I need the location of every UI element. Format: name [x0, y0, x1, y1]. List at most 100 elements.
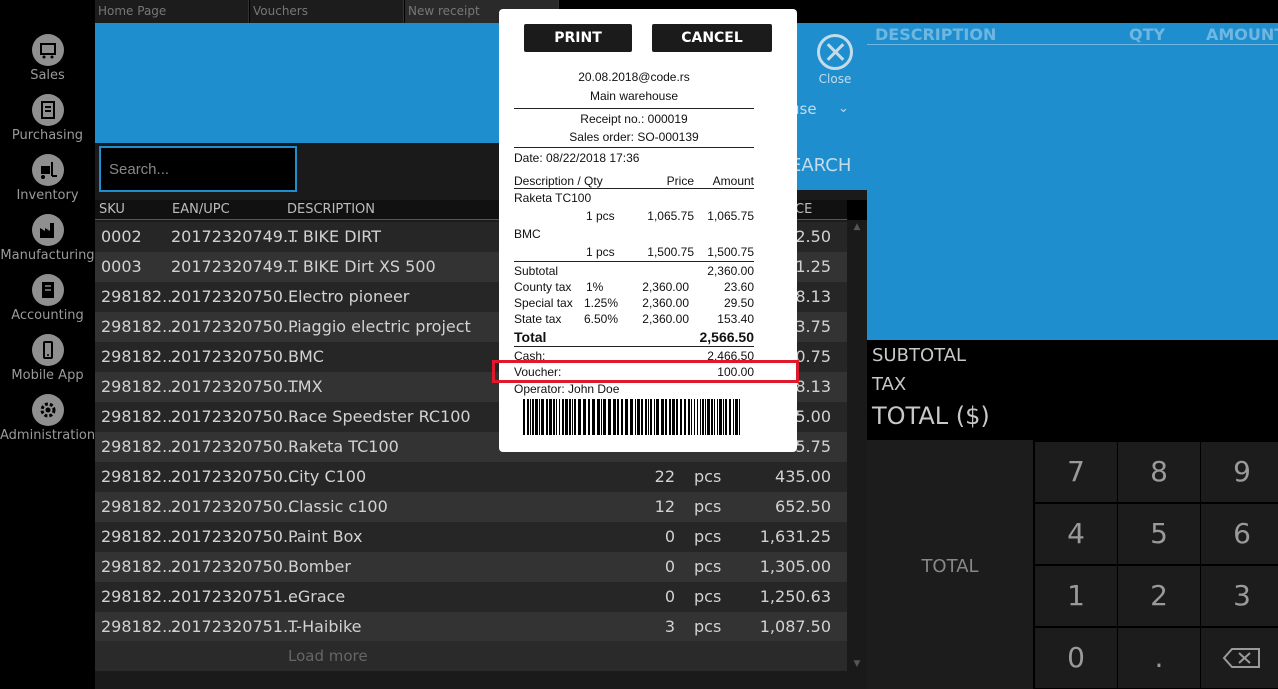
barcode-bar	[539, 399, 540, 435]
barcode-bar	[656, 399, 659, 435]
print-button[interactable]: PRINT	[524, 24, 632, 52]
cell-ean: 20172320749...	[171, 257, 299, 276]
barcode-bar	[684, 399, 686, 435]
scrollbar[interactable]: ▲ ▼	[847, 220, 867, 671]
cart-header: DESCRIPTION QTY AMOUNT	[867, 23, 1278, 45]
sidebar-item-manufacturing[interactable]: Manufacturing	[0, 214, 95, 274]
receipt-item-name: BMC	[514, 227, 541, 241]
cell-qty: 0	[664, 527, 675, 546]
scroll-down-icon[interactable]: ▼	[847, 659, 867, 669]
barcode-bar	[562, 399, 564, 435]
tab-label: Vouchers	[253, 4, 308, 18]
receipt-total-label: Total	[514, 329, 547, 345]
barcode-bar	[559, 399, 560, 435]
key-0[interactable]: 0	[1035, 628, 1117, 688]
sidebar-item-purchasing[interactable]: Purchasing	[0, 94, 95, 154]
barcode-bar	[711, 399, 713, 435]
search-input[interactable]	[99, 146, 297, 192]
cell-description: Classic c100	[288, 497, 388, 516]
key-9[interactable]: 9	[1201, 442, 1278, 502]
cell-description: T-Haibike	[288, 617, 362, 636]
receipt-item-qty: 1 pcs	[586, 245, 615, 259]
sidebar-item-sales[interactable]: Sales	[0, 34, 95, 94]
barcode	[523, 399, 740, 435]
barcode-bar	[669, 399, 671, 435]
key-8[interactable]: 8	[1118, 442, 1200, 502]
barcode-bar	[532, 399, 534, 435]
key-3[interactable]: 3	[1201, 566, 1278, 626]
pos-app: Sales Purchasing Inventory Manufacturing…	[0, 0, 1278, 689]
barcode-bar	[650, 399, 652, 435]
search-button[interactable]: EARCH	[790, 143, 867, 190]
receipt-total: 2,566.50	[699, 329, 755, 345]
barcode-bar	[608, 399, 611, 435]
gear-icon	[31, 394, 64, 426]
cart-col-amount: AMOUNT	[1206, 25, 1278, 44]
barcode-bar	[645, 399, 647, 435]
column-ean[interactable]: EAN/UPC	[172, 202, 230, 217]
cart-panel: DESCRIPTION QTY AMOUNT	[867, 23, 1278, 340]
cancel-button[interactable]: CANCEL	[652, 24, 772, 52]
key-decimal[interactable]: .	[1118, 628, 1200, 688]
cell-sku: 298182...	[101, 437, 178, 456]
cell-unit: pcs	[694, 557, 722, 576]
cell-unit: pcs	[694, 497, 722, 516]
barcode-bar	[603, 399, 606, 435]
barcode-bar	[556, 399, 557, 435]
key-5[interactable]: 5	[1118, 504, 1200, 564]
cell-description: Raketa TC100	[288, 437, 399, 456]
barcode-bar	[691, 399, 692, 435]
scroll-up-icon[interactable]: ▲	[847, 222, 867, 232]
totals-panel: SUBTOTAL TAX TOTAL ($)	[867, 340, 1278, 440]
tax-amount: 29.50	[723, 296, 754, 310]
key-6[interactable]: 6	[1201, 504, 1278, 564]
barcode-bar	[676, 399, 678, 435]
cell-qty: 3	[664, 617, 675, 636]
cell-description: TMX	[288, 377, 323, 396]
barcode-bar	[694, 399, 695, 435]
sidebar-item-mobile-app[interactable]: Mobile App	[0, 334, 95, 394]
receipt-dialog: PRINT CANCEL 20.08.2018@code.rs Main war…	[499, 9, 797, 452]
barcode-bar	[717, 399, 718, 435]
receipt-icon	[31, 94, 64, 126]
cell-price: 1,631.25	[759, 527, 831, 546]
total-button[interactable]: TOTAL	[867, 440, 1033, 689]
sidebar-item-inventory[interactable]: Inventory	[0, 154, 95, 214]
status-bar	[95, 671, 867, 689]
close-button[interactable]: Close	[815, 34, 855, 94]
column-sku[interactable]: SKU	[99, 202, 125, 217]
table-row[interactable]: 298182... 20172320750... City C100 22 pcs 435…	[95, 462, 847, 492]
column-description[interactable]: DESCRIPTION	[287, 202, 375, 217]
table-row[interactable]: 298182... 20172320750... Paint Box 0 pcs 1,63…	[95, 522, 847, 552]
load-more-button[interactable]: Load more	[95, 641, 847, 671]
key-2[interactable]: 2	[1118, 566, 1200, 626]
receipt-item-price: 1,500.75	[647, 245, 694, 259]
cell-description: Piaggio electric project	[288, 317, 471, 336]
tab-home-page[interactable]: Home Page	[95, 0, 249, 23]
table-row[interactable]: 298182... 20172320750... Classic c100 12 pcs…	[95, 492, 847, 522]
cell-sku: 298182...	[101, 347, 178, 366]
table-row[interactable]: 298182... 20172320750... Bomber 0 pcs 1,305.0…	[95, 552, 847, 582]
barcode-bar	[572, 399, 573, 435]
cell-ean: 20172320750...	[171, 497, 299, 516]
backspace-button[interactable]	[1201, 628, 1278, 688]
barcode-bar	[565, 399, 568, 435]
table-row[interactable]: 298182... 20172320751... T-Haibike 3 pcs 1,08…	[95, 612, 847, 642]
table-row[interactable]: 298182... 20172320751... eGrace 0 pcs 1,250.6…	[95, 582, 847, 612]
receipt-subtotal-label: Subtotal	[514, 264, 559, 278]
chevron-down-icon[interactable]: ⌄	[838, 101, 849, 116]
cell-ean: 20172320749...	[171, 227, 299, 246]
key-4[interactable]: 4	[1035, 504, 1117, 564]
voucher-highlight-box	[492, 360, 799, 383]
tax-base: 2,360.00	[642, 296, 689, 310]
column-price[interactable]: CE	[795, 202, 812, 217]
cell-sku: 0002	[101, 227, 142, 246]
sidebar-item-accounting[interactable]: Accounting	[0, 274, 95, 334]
cell-sku: 0003	[101, 257, 142, 276]
barcode-bar	[530, 399, 531, 435]
barcode-bar	[733, 399, 734, 435]
sidebar-item-administration[interactable]: Administration	[0, 394, 95, 454]
key-7[interactable]: 7	[1035, 442, 1117, 502]
key-1[interactable]: 1	[1035, 566, 1117, 626]
tab-vouchers[interactable]: Vouchers	[250, 0, 404, 23]
